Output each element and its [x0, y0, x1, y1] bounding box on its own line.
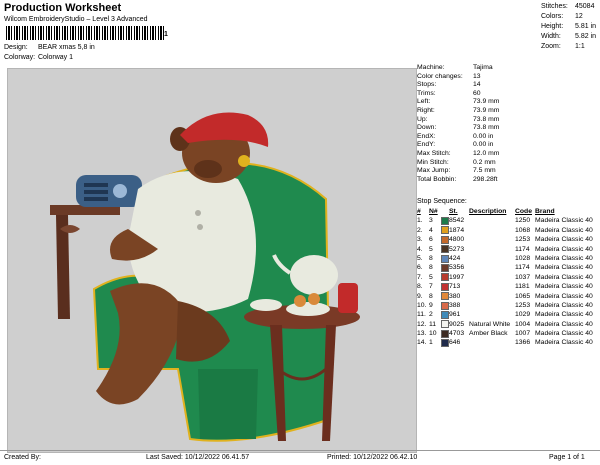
param-row: Stops: 14 — [417, 81, 481, 89]
chair-front — [198, 369, 258, 439]
printed-time: Printed: 10/12/2022 06.42.10 — [327, 454, 418, 461]
param-row: Right: 73.9 mm — [417, 106, 500, 114]
param-row: EndX: 0.00 in — [417, 132, 494, 140]
last-saved: Last Saved: 10/12/2022 06.41.57 — [146, 454, 250, 461]
color-swatch — [441, 254, 449, 263]
design-value: BEAR xmas 5,8 in — [38, 44, 95, 51]
table-row: 7. 5 1997 1037 Madeira Classic 40 — [417, 273, 593, 282]
color-swatch — [441, 329, 449, 338]
teacup-icon — [250, 299, 282, 311]
color-swatch — [441, 292, 449, 301]
footer: Created By: Last Saved: 10/12/2022 06.41… — [0, 450, 600, 465]
jam-jar-icon — [338, 283, 358, 313]
param-row: Total Bobbin: 298.28ft — [417, 175, 498, 183]
page-number: Page 1 of 1 — [549, 454, 585, 461]
param-row: EndY: 0.00 in — [417, 141, 494, 149]
table-row: 4. 5 5273 1174 Madeira Classic 40 — [417, 245, 593, 254]
color-swatch — [441, 301, 449, 310]
worksheet-header: Production Worksheet Wilcom EmbroiderySt… — [0, 0, 600, 64]
color-swatch — [441, 264, 449, 273]
radio-dial — [113, 184, 127, 198]
color-swatch — [441, 339, 449, 348]
colorway-label: Colorway: — [4, 54, 36, 61]
stop-sequence-table: # N# St. Description Code Brand 1. 3 8542 1… — [417, 207, 600, 348]
stat-row: Width: 5.82 in — [541, 33, 597, 40]
param-row: Max Stitch: 12.0 mm — [417, 149, 500, 157]
table-row: 1. 3 8542 1250 Madeira Classic 40 — [417, 217, 593, 226]
software-name: Wilcom EmbroideryStudio – Level 3 Advanc… — [4, 16, 148, 23]
param-row: Max Jump: 7.5 mm — [417, 167, 496, 175]
table-row: 2. 4 1874 1068 Madeira Classic 40 — [417, 226, 593, 235]
color-swatch — [441, 226, 449, 235]
created-by: Created By: — [4, 454, 41, 461]
color-swatch — [441, 273, 449, 282]
shirt-button — [197, 224, 203, 230]
stat-row: Stitches: 45084 — [541, 3, 595, 10]
table-row: 6. 8 5356 1174 Madeira Classic 40 — [417, 264, 593, 273]
colorway-value: Colorway 1 — [38, 54, 74, 61]
shirt-button — [195, 210, 201, 216]
radio-grille — [84, 190, 108, 194]
radio-grille — [84, 197, 108, 201]
color-swatch — [441, 235, 449, 244]
table-row: 14. 1 646 1366 Madeira Classic 40 — [417, 339, 593, 348]
table-row: 5. 8 424 1028 Madeira Classic 40 — [417, 254, 593, 263]
color-swatch — [441, 320, 449, 329]
param-row: Up: 73.8 mm — [417, 115, 500, 123]
table-row: 9. 8 380 1065 Madeira Classic 40 — [417, 292, 593, 301]
radio-grille — [84, 183, 108, 187]
table-row: 8. 7 713 1181 Madeira Classic 40 — [417, 282, 593, 291]
bear-embroidery-illustration — [50, 112, 360, 442]
table-row: 13. 10 4703 Amber Black 1007 Madeira Classic … — [417, 329, 593, 338]
color-swatch — [441, 282, 449, 291]
stat-row: Colors: 12 — [541, 13, 583, 20]
stop-sequence-label: Stop Sequence: — [417, 198, 467, 205]
teapot-icon — [290, 255, 338, 295]
stat-row: Zoom: 1:1 — [541, 43, 585, 50]
color-swatch — [441, 310, 449, 319]
color-swatch — [441, 217, 449, 226]
param-row: Machine: Tajima — [417, 64, 493, 71]
design-preview — [7, 68, 417, 453]
table-header: # N# St. Description Code Brand — [417, 208, 555, 215]
plate — [286, 302, 330, 316]
table-row: 10. 9 388 1253 Madeira Classic 40 — [417, 301, 593, 310]
design-stats: Stitches: 45084 Colors: 12 Height: 5.81 in … — [541, 2, 599, 52]
table-row: 3. 6 4800 1253 Madeira Classic 40 — [417, 235, 593, 244]
muffin — [294, 295, 306, 307]
param-row: Min Stitch: 0.2 mm — [417, 158, 496, 166]
design-label: Design: — [4, 44, 28, 51]
barcode-number: 1 — [164, 31, 168, 38]
param-row: Down: 73.8 mm — [417, 124, 500, 132]
param-row: Color changes: 13 — [417, 72, 481, 80]
table-row: 12. 11 9025 Natural White 1004 Madeira Classi… — [417, 320, 593, 329]
bear-snout — [194, 160, 222, 178]
color-swatch — [441, 245, 449, 254]
barcode — [6, 26, 166, 40]
table-row: 11. 2 961 1029 Madeira Classic 40 — [417, 310, 593, 319]
machine-params: Machine: Tajima Color changes: 13 Stops: 14… — [417, 64, 600, 184]
stat-row: Height: 5.81 in — [541, 23, 597, 30]
cap-pompom — [238, 155, 250, 167]
page-title: Production Worksheet — [4, 2, 122, 14]
param-row: Left: 73.9 mm — [417, 98, 500, 106]
param-row: Trims: 60 — [417, 89, 481, 97]
muffin — [308, 293, 320, 305]
